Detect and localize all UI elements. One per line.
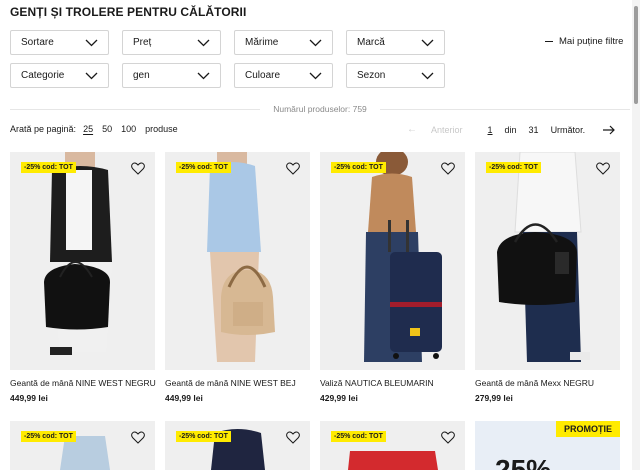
- discount-badge: -25% cod: TOT: [331, 431, 386, 442]
- filter-culoare[interactable]: Culoare: [234, 63, 333, 88]
- next-arrow-icon[interactable]: [603, 125, 615, 135]
- discount-badge: -25% cod: TOT: [176, 162, 231, 173]
- heart-icon[interactable]: [596, 162, 610, 175]
- per-page-suffix: produse: [145, 124, 178, 134]
- pagination: ← Anterior 1 din 31 Următor.: [407, 124, 615, 135]
- chevron-down-icon: [309, 39, 322, 46]
- per-page-option-100[interactable]: 100: [121, 124, 136, 134]
- product-photo: [211, 429, 265, 470]
- chevron-down-icon: [197, 39, 210, 46]
- less-filters-button[interactable]: Mai puține filtre: [545, 36, 623, 47]
- current-page[interactable]: 1: [488, 125, 493, 135]
- product-photo: [364, 152, 442, 362]
- chevron-down-icon: [421, 72, 434, 79]
- next-page-link[interactable]: Următor.: [551, 125, 586, 135]
- product-name[interactable]: Geantă de mână NINE WEST BEJ: [165, 378, 310, 388]
- filter-marca[interactable]: Marcă: [346, 30, 445, 55]
- filter-label: Mărime: [245, 37, 279, 48]
- product-image[interactable]: -25% cod: TOT: [165, 152, 310, 370]
- product-price: 429,99 lei: [320, 393, 358, 403]
- promo-banner[interactable]: PROMOȚIE 25%: [475, 421, 620, 470]
- filter-label: Culoare: [245, 70, 281, 81]
- product-photo: [44, 152, 112, 355]
- product-image[interactable]: -25% cod: TOT: [10, 152, 155, 370]
- discount-badge: -25% cod: TOT: [331, 162, 386, 173]
- heart-icon[interactable]: [286, 431, 300, 444]
- product-card[interactable]: -25% cod: TOT Geantă de mână Mexx NEGRU …: [475, 152, 620, 403]
- per-page-option-50[interactable]: 50: [102, 124, 112, 134]
- product-price: 449,99 lei: [165, 393, 203, 403]
- discount-badge: -25% cod: TOT: [176, 431, 231, 442]
- chevron-down-icon: [421, 39, 434, 46]
- total-pages[interactable]: 31: [529, 125, 539, 135]
- product-card[interactable]: -25% cod: TOT: [10, 421, 155, 470]
- discount-badge: -25% cod: TOT: [21, 162, 76, 173]
- chevron-down-icon: [85, 39, 98, 46]
- filter-label: gen: [133, 70, 150, 81]
- page-title: GENȚI ȘI TROLERE PENTRU CĂLĂTORII: [10, 5, 247, 19]
- per-page-label: Arată pe pagină:: [10, 124, 77, 134]
- prev-arrow-icon[interactable]: ←: [407, 124, 417, 135]
- product-card[interactable]: -25% cod: TOT Geantă de mână NINE WEST B…: [165, 152, 310, 403]
- filter-gen[interactable]: gen: [122, 63, 221, 88]
- per-page-option-25[interactable]: 25: [83, 124, 93, 134]
- product-price: 449,99 lei: [10, 393, 48, 403]
- product-photo: [60, 436, 110, 470]
- filter-label: Marcă: [357, 37, 385, 48]
- heart-icon[interactable]: [131, 431, 145, 444]
- product-photo: [207, 152, 275, 362]
- product-card[interactable]: -25% cod: TOT Valiză NAUTICA BLEUMARIN 4…: [320, 152, 465, 403]
- filter-label: Categorie: [21, 70, 65, 81]
- filter-sezon[interactable]: Sezon: [346, 63, 445, 88]
- product-image[interactable]: -25% cod: TOT: [10, 421, 155, 470]
- product-name[interactable]: Geantă de mână Mexx NEGRU: [475, 378, 620, 388]
- filter-label: Sortare: [21, 37, 54, 48]
- heart-icon[interactable]: [131, 162, 145, 175]
- heart-icon[interactable]: [441, 162, 455, 175]
- chevron-down-icon: [197, 72, 210, 79]
- divider: [380, 109, 630, 110]
- product-name[interactable]: Geantă de mână NINE WEST NEGRU: [10, 378, 156, 388]
- discount-badge: -25% cod: TOT: [486, 162, 541, 173]
- filter-sortare[interactable]: Sortare: [10, 30, 109, 55]
- product-price: 279,99 lei: [475, 393, 513, 403]
- filter-label: Sezon: [357, 70, 386, 81]
- product-image[interactable]: -25% cod: TOT: [320, 152, 465, 370]
- product-card[interactable]: -25% cod: TOT: [320, 421, 465, 470]
- promo-text: 25%: [495, 454, 552, 470]
- promo-tag: PROMOȚIE: [555, 421, 620, 437]
- product-photo: [348, 451, 438, 470]
- product-name[interactable]: Valiză NAUTICA BLEUMARIN: [320, 378, 465, 388]
- chevron-down-icon: [85, 72, 98, 79]
- scrollbar[interactable]: [632, 0, 640, 470]
- scrollbar-thumb[interactable]: [634, 6, 638, 104]
- heart-icon[interactable]: [286, 162, 300, 175]
- heart-icon[interactable]: [441, 431, 455, 444]
- prev-page-link[interactable]: Anterior: [431, 125, 463, 135]
- discount-badge: -25% cod: TOT: [21, 431, 76, 442]
- product-image[interactable]: -25% cod: TOT: [165, 421, 310, 470]
- product-card[interactable]: -25% cod: TOT: [165, 421, 310, 470]
- product-image[interactable]: -25% cod: TOT: [320, 421, 465, 470]
- less-filters-label: Mai puține filtre: [559, 36, 624, 47]
- per-page-selector: Arată pe pagină: 25 50 100 produse: [10, 124, 178, 134]
- product-photo: [497, 152, 590, 362]
- filter-categorie[interactable]: Categorie: [10, 63, 109, 88]
- chevron-down-icon: [309, 72, 322, 79]
- product-card[interactable]: -25% cod: TOT Geantă de mână NINE WEST N…: [10, 152, 156, 403]
- filter-marime[interactable]: Mărime: [234, 30, 333, 55]
- page-of-label: din: [504, 124, 517, 135]
- filter-label: Preț: [133, 37, 152, 48]
- minus-icon: [545, 40, 553, 43]
- filter-pret[interactable]: Preț: [122, 30, 221, 55]
- product-image[interactable]: -25% cod: TOT: [475, 152, 620, 370]
